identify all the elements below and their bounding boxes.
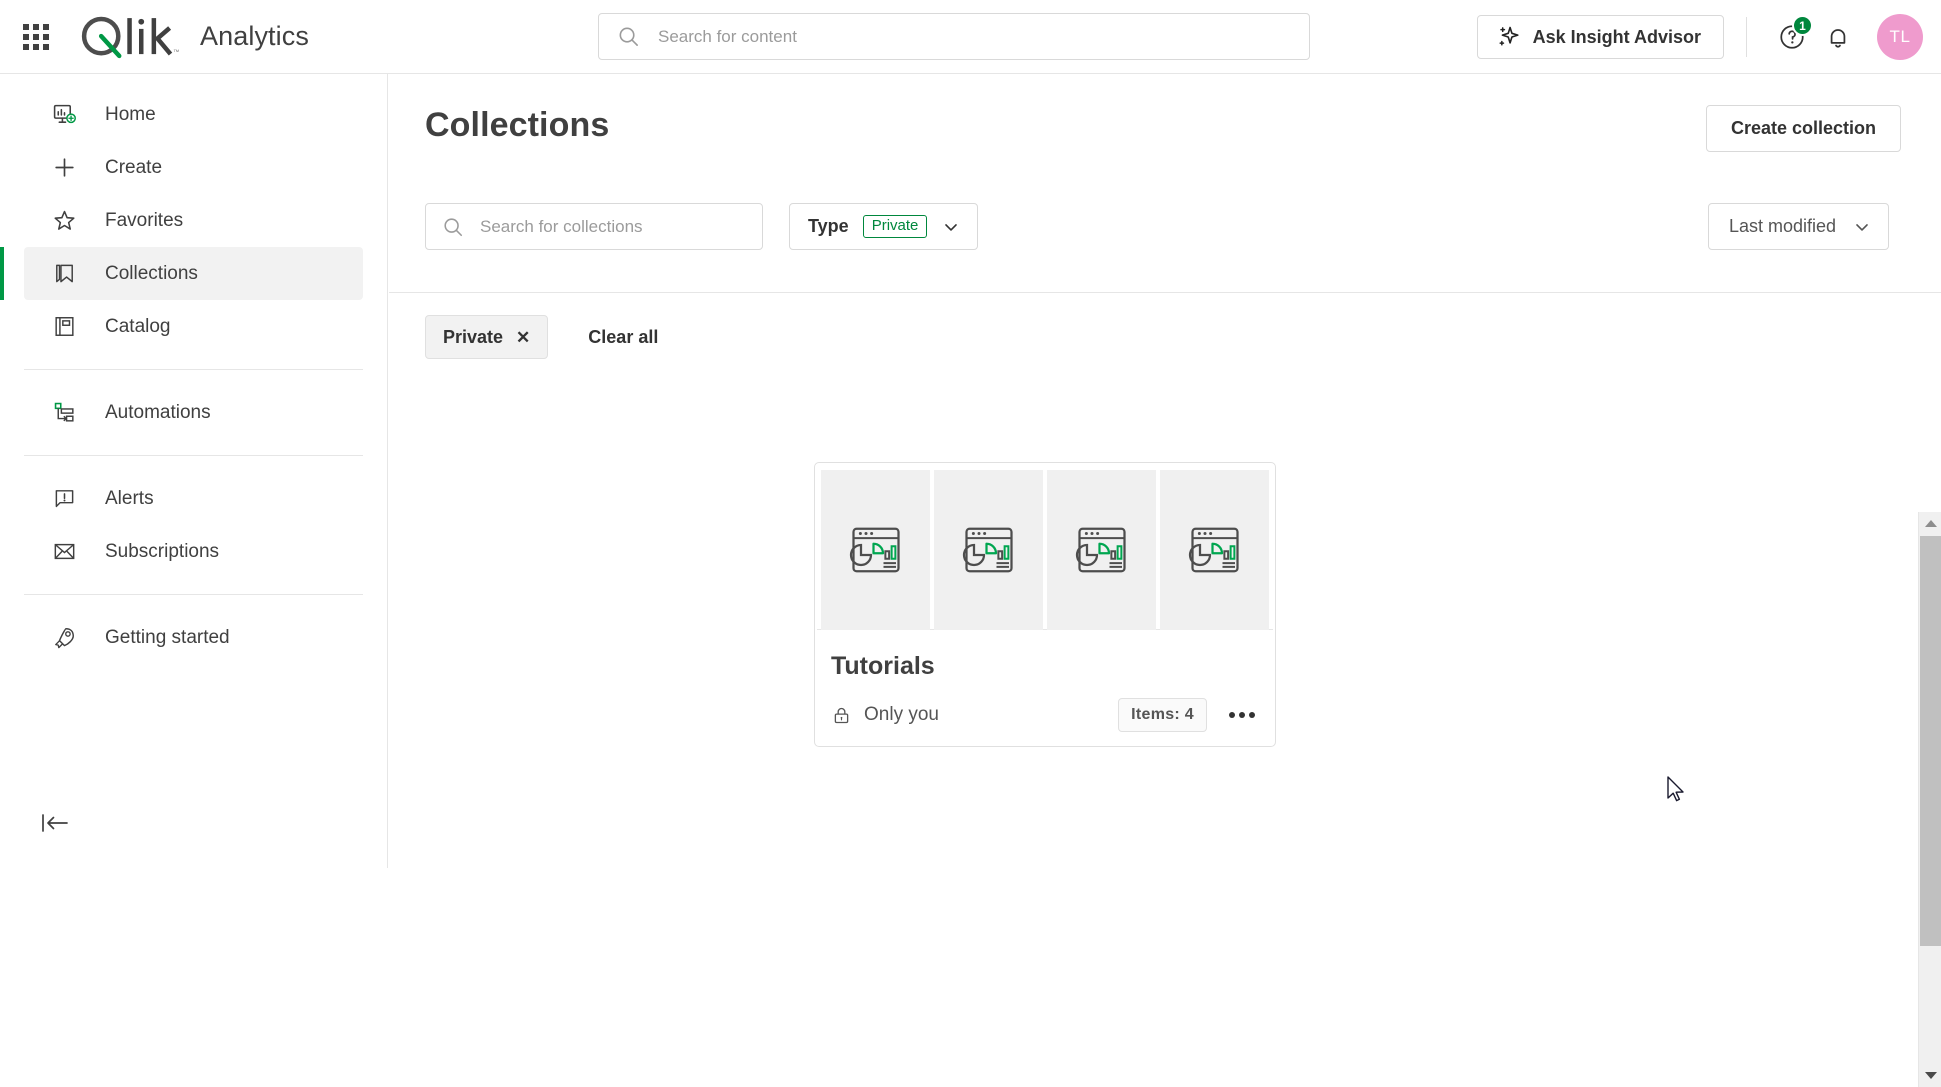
alert-bubble-icon xyxy=(51,486,77,512)
help-badge-count: 1 xyxy=(1792,15,1813,36)
top-navigation-bar: ™ Analytics Ask Insight Advisor xyxy=(0,0,1941,74)
user-avatar[interactable]: TL xyxy=(1877,14,1923,60)
collection-card[interactable]: Tutorials Only you Items: 4 xyxy=(814,462,1276,747)
sidebar-item-label: Collections xyxy=(105,262,198,284)
ask-insight-advisor-button[interactable]: Ask Insight Advisor xyxy=(1476,15,1724,59)
collection-owner: Only you xyxy=(831,704,939,726)
notifications-button[interactable] xyxy=(1815,14,1861,60)
sidebar-item-automations[interactable]: Automations xyxy=(24,386,363,439)
sidebar-divider xyxy=(24,455,363,456)
left-sidebar-navigation: Home Create Favorites Collections Catalo… xyxy=(0,74,388,868)
app-chart-icon xyxy=(1075,527,1126,573)
app-launcher-button[interactable] xyxy=(10,0,62,74)
plus-icon xyxy=(51,155,77,181)
qlik-logo-icon: ™ xyxy=(81,16,179,58)
collections-search-input[interactable] xyxy=(478,206,728,247)
chevron-down-icon xyxy=(945,223,958,231)
sidebar-item-label: Alerts xyxy=(105,487,154,509)
collection-thumbnail-strip xyxy=(815,463,1275,630)
search-icon xyxy=(444,217,463,236)
create-collection-button[interactable]: Create collection xyxy=(1705,105,1901,152)
collection-thumbnail xyxy=(1047,470,1156,630)
sidebar-item-home[interactable]: Home xyxy=(24,88,363,141)
close-icon[interactable]: ✕ xyxy=(516,329,530,346)
sidebar-item-alerts[interactable]: Alerts xyxy=(24,472,363,525)
sidebar-item-label: Subscriptions xyxy=(105,540,220,562)
active-filter-chip-private[interactable]: Private ✕ xyxy=(425,315,549,359)
brand-logo[interactable]: ™ Analytics xyxy=(76,0,309,74)
search-icon xyxy=(619,27,638,46)
active-filters-row: Private ✕ Clear all xyxy=(425,315,666,359)
sort-dropdown[interactable]: Last modified xyxy=(1707,203,1889,250)
bookmark-icon xyxy=(51,261,77,287)
more-horizontal-icon xyxy=(1229,712,1255,718)
collection-card-footer: Only you Items: 4 xyxy=(815,684,1275,746)
sidebar-item-label: Getting started xyxy=(105,626,230,648)
clear-all-filters-button[interactable]: Clear all xyxy=(580,327,666,348)
collection-name: Tutorials xyxy=(831,652,935,680)
sort-label: Last modified xyxy=(1728,216,1836,236)
scrollbar-down-button[interactable] xyxy=(1919,1064,1941,1087)
sidebar-divider xyxy=(24,594,363,595)
sidebar-item-label: Automations xyxy=(105,401,211,423)
sidebar-item-label: Favorites xyxy=(105,209,184,231)
triangle-up-icon xyxy=(1924,520,1937,527)
envelope-icon xyxy=(51,539,77,565)
collections-search-box[interactable] xyxy=(425,203,763,250)
scrollbar-up-button[interactable] xyxy=(1919,512,1941,535)
triangle-down-icon xyxy=(1924,1072,1937,1079)
sidebar-collapse-button[interactable] xyxy=(38,806,72,840)
sidebar-item-getting-started[interactable]: Getting started xyxy=(24,611,363,664)
type-filter-dropdown[interactable]: Type Private xyxy=(789,203,979,250)
collection-thumbnail xyxy=(934,470,1043,630)
collection-thumbnail xyxy=(821,470,930,630)
automation-flow-icon xyxy=(51,400,77,426)
page-header: Collections Create collection xyxy=(389,74,1941,192)
ask-insight-advisor-label: Ask Insight Advisor xyxy=(1532,26,1701,47)
global-search-box[interactable] xyxy=(598,13,1310,60)
sidebar-divider xyxy=(24,369,363,370)
main-content-area: Collections Create collection Type Priva… xyxy=(389,74,1941,1087)
home-dashboard-icon xyxy=(51,102,77,128)
svg-text:™: ™ xyxy=(173,49,179,56)
header-divider xyxy=(1746,17,1747,57)
header-actions: Ask Insight Advisor 1 TL xyxy=(1476,0,1923,74)
collection-items-count: Items: 4 xyxy=(1118,698,1207,732)
sidebar-item-label: Home xyxy=(105,103,156,125)
global-search-input[interactable] xyxy=(656,16,1256,57)
sidebar-item-catalog[interactable]: Catalog xyxy=(24,300,363,353)
sidebar-item-subscriptions[interactable]: Subscriptions xyxy=(24,525,363,578)
type-filter-selected-badge: Private xyxy=(862,214,928,239)
app-chart-icon xyxy=(849,527,900,573)
page-title: Collections xyxy=(425,106,610,144)
collapse-left-icon xyxy=(42,814,68,832)
app-title: Analytics xyxy=(200,21,309,51)
help-button[interactable]: 1 xyxy=(1769,14,1815,60)
lock-icon xyxy=(834,707,849,723)
bell-icon xyxy=(1830,29,1846,48)
rocket-icon xyxy=(51,625,77,651)
star-icon xyxy=(51,208,77,234)
app-chart-icon xyxy=(962,527,1013,573)
filter-toolbar: Type Private Last modified xyxy=(389,192,1941,292)
book-icon xyxy=(51,314,77,340)
avatar-initials: TL xyxy=(1889,27,1911,46)
scrollbar-thumb[interactable] xyxy=(1920,536,1941,946)
sidebar-item-collections[interactable]: Collections xyxy=(0,247,363,300)
sidebar-item-favorites[interactable]: Favorites xyxy=(24,194,363,247)
type-filter-label: Type xyxy=(808,216,849,236)
sidebar-item-label: Catalog xyxy=(105,315,171,337)
sparkle-icon xyxy=(1499,26,1519,46)
results-scrollbar[interactable] xyxy=(1918,512,1941,1087)
sidebar-item-label: Create xyxy=(105,156,163,178)
collection-more-options-button[interactable] xyxy=(1225,706,1259,724)
collection-thumbnail xyxy=(1160,470,1269,630)
chevron-down-icon xyxy=(1856,223,1868,231)
collection-owner-label: Only you xyxy=(864,704,939,725)
app-chart-icon xyxy=(1188,527,1239,573)
active-filter-label: Private xyxy=(443,326,504,347)
app-grid-icon xyxy=(23,23,49,50)
sidebar-item-create[interactable]: Create xyxy=(24,141,363,194)
